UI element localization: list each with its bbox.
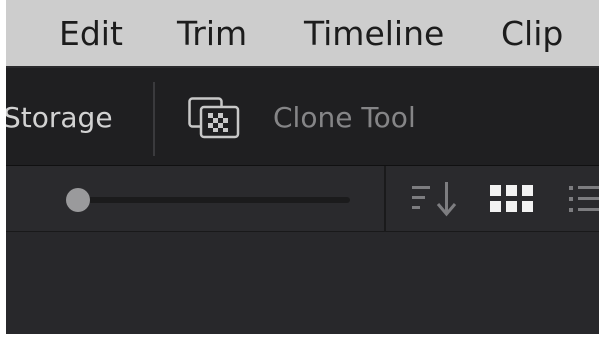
clone-tool-label[interactable]: Clone Tool: [273, 101, 416, 135]
view-options-bar: [6, 166, 599, 232]
thumbnail-size-slider-track[interactable]: [66, 197, 350, 203]
menu-edit[interactable]: Edit: [59, 14, 123, 54]
grid-view-icon[interactable]: [489, 184, 535, 214]
menu-trim[interactable]: Trim: [177, 14, 247, 54]
media-pool-content-area[interactable]: [6, 232, 599, 334]
menu-clip[interactable]: Clip: [501, 14, 563, 54]
media-storage-button[interactable]: Storage: [6, 101, 113, 135]
list-view-icon[interactable]: [567, 183, 599, 215]
toolbar-divider: [153, 82, 155, 156]
sort-descending-icon[interactable]: [410, 180, 458, 218]
thumbnail-size-slider-thumb[interactable]: [66, 188, 90, 212]
clone-tool-button[interactable]: [187, 96, 243, 140]
clone-tool-icon: [188, 97, 240, 139]
app-window: Edit Trim Timeline Clip Storage Clone To…: [6, 0, 599, 334]
menu-bar: Edit Trim Timeline Clip: [6, 0, 599, 68]
view-bar-divider: [384, 166, 386, 232]
panel-toolbar: Storage Clone Tool: [6, 68, 599, 166]
menu-timeline[interactable]: Timeline: [304, 14, 444, 54]
